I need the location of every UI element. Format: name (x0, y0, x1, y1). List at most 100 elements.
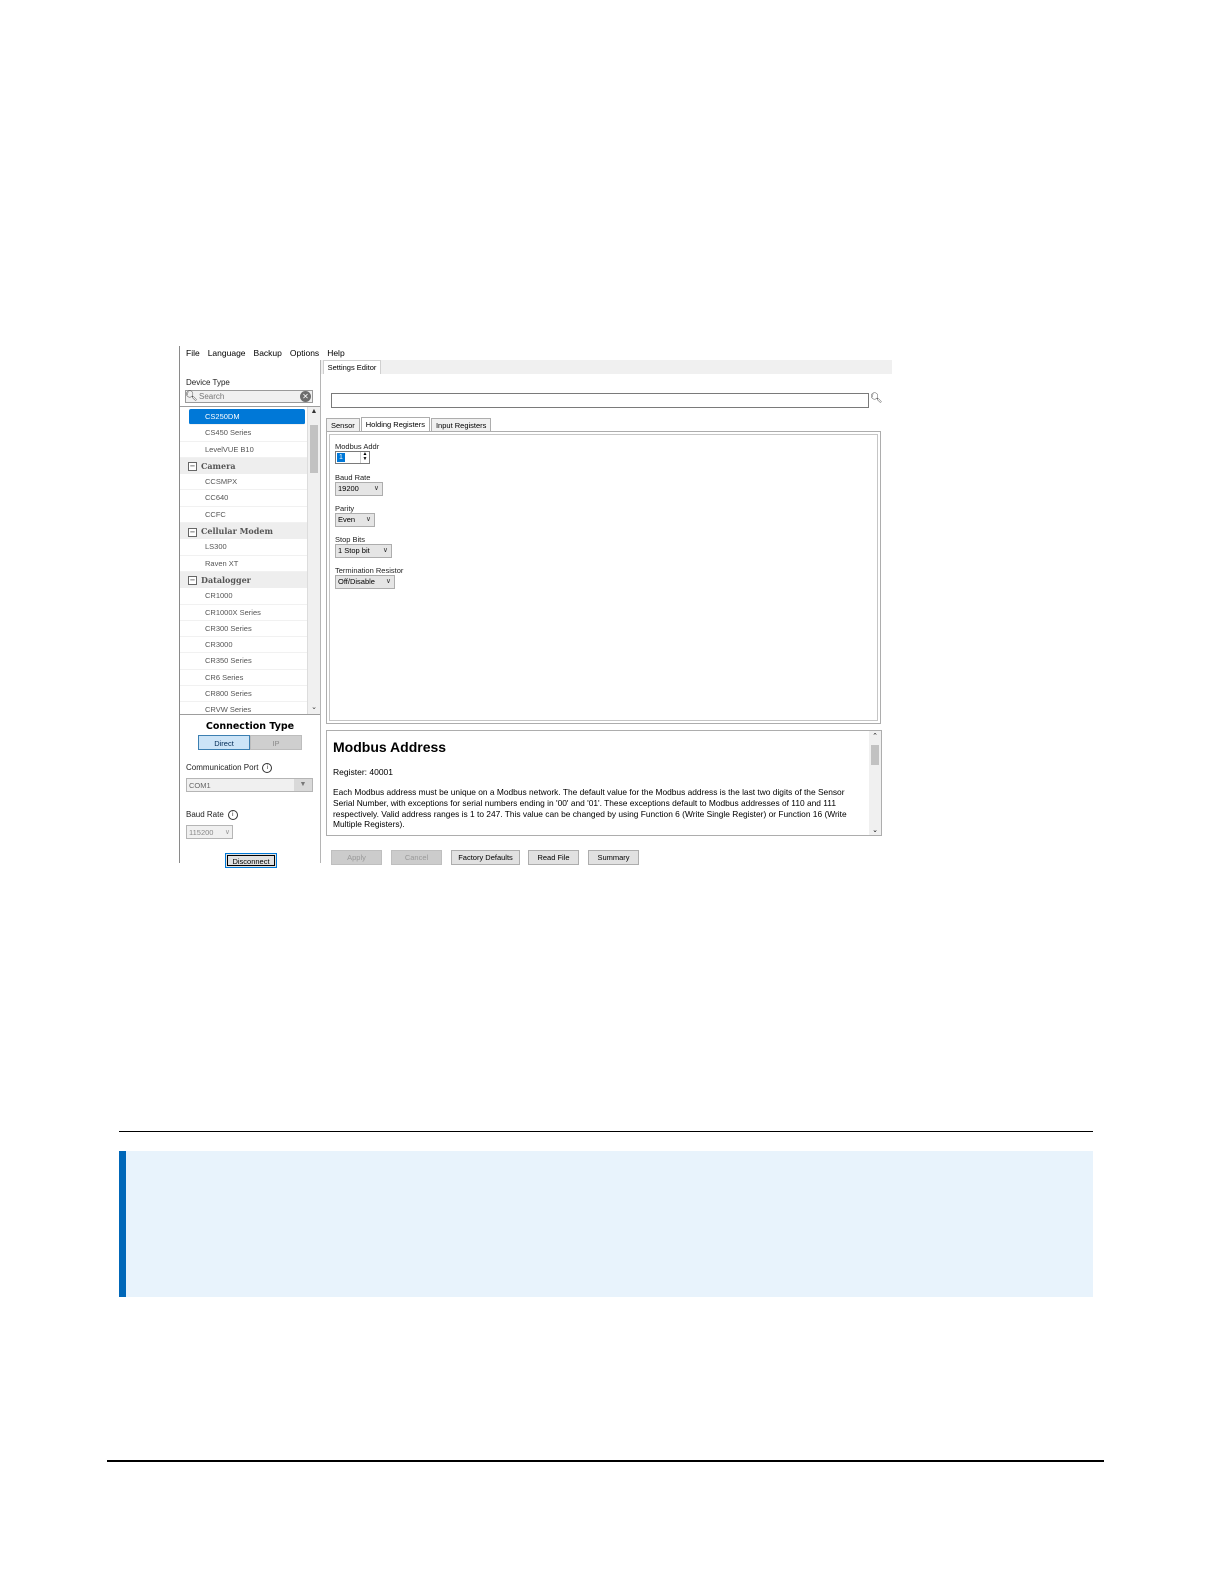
chevron-down-icon: ∨ (373, 485, 379, 492)
device-list-items: CS250DM CS450 Series LevelVUE B10− Camera CC… (180, 409, 307, 714)
info-icon[interactable]: i (227, 810, 238, 820)
help-title: Modbus Address (333, 739, 447, 755)
menu-language[interactable]: Language (208, 348, 246, 358)
holding-registers-panel: Modbus Addr 1 ▲ ▼ Baud Rate 19200 ∨ Parit… (326, 431, 881, 724)
connection-baud-rate-select[interactable]: 115200 ∨ (186, 825, 233, 839)
help-register: Register: 40001 (333, 767, 394, 777)
stop-bits-label: Stop Bits (335, 535, 366, 544)
communication-port-label: Communication Port i (186, 763, 273, 773)
menu-options[interactable]: Options (290, 348, 319, 358)
termination-resistor-value: Off/Disable (338, 577, 375, 586)
device-item[interactable]: CR800 Series (180, 686, 307, 703)
collapse-icon[interactable]: − (188, 527, 197, 537)
parity-select[interactable]: Even ∨ (335, 513, 375, 527)
device-category[interactable]: − Camera (180, 457, 307, 475)
device-category[interactable]: − Datalogger (180, 571, 307, 589)
clear-icon[interactable]: ✕ (300, 391, 311, 402)
menu-backup[interactable]: Backup (254, 348, 282, 358)
search-icon[interactable]: 🔍︎ (870, 393, 883, 404)
settings-filter-input[interactable] (331, 393, 869, 408)
termination-resistor-label: Termination Resistor (335, 566, 404, 575)
baud-rate-label: Baud Rate i (186, 810, 238, 820)
collapse-icon[interactable]: − (188, 462, 197, 472)
left-panel: Device Type 🔍︎ Search ✕ CS250DM CS450 Ser… (180, 360, 321, 868)
modbus-addr-value[interactable]: 1 (337, 453, 345, 462)
device-type-label: Device Type (186, 378, 230, 387)
stop-bits-select[interactable]: 1 Stop bit ∨ (335, 544, 392, 558)
device-category-label: Camera (201, 460, 236, 471)
termination-resistor-select[interactable]: Off/Disable ∨ (335, 575, 395, 589)
search-icon: 🔍︎ (185, 391, 198, 402)
device-item[interactable]: CR1000X Series (180, 605, 307, 621)
direct-connection-button[interactable]: Direct (198, 735, 250, 750)
summary-button[interactable]: Summary (588, 850, 639, 865)
scroll-up-icon[interactable]: ▲ (308, 408, 320, 418)
baud-rate-select-value: 19200 (338, 484, 359, 493)
modbus-addr-stepper[interactable]: 1 ▲ ▼ (335, 451, 370, 464)
help-panel: Modbus Address Register: 40001 Each Modb… (326, 730, 882, 836)
register-tabs: Sensor Holding Registers Input Registers (326, 417, 492, 432)
scroll-thumb[interactable] (310, 425, 318, 473)
registers-form: Modbus Addr 1 ▲ ▼ Baud Rate 19200 ∨ Parit… (329, 434, 878, 721)
baud-rate-text: Baud Rate (186, 810, 224, 820)
apply-button[interactable]: Apply (331, 850, 382, 865)
menu-file[interactable]: File (186, 348, 200, 358)
tab-sensor[interactable]: Sensor (326, 418, 360, 432)
device-item[interactable]: CCSMPX (180, 474, 307, 491)
collapse-icon[interactable]: − (188, 576, 197, 586)
info-icon[interactable]: i (262, 763, 273, 773)
ip-connection-button[interactable]: IP (250, 735, 302, 750)
device-category-label: Datalogger (201, 574, 251, 585)
page-footer-rule (107, 1460, 1104, 1462)
baud-rate-select[interactable]: 19200 ∨ (335, 482, 383, 496)
device-list-scrollbar[interactable]: ▲ ⌄ (307, 407, 320, 714)
scroll-down-icon[interactable]: ⌄ (308, 703, 320, 713)
device-item[interactable]: CS450 Series (180, 425, 307, 442)
right-panel: Settings Editor 🔍︎ Sensor Holding Regist… (321, 360, 892, 865)
device-item[interactable]: LevelVUE B10 (180, 442, 307, 458)
connection-type-title: Connection Type (205, 721, 295, 732)
communication-port-select[interactable]: COM1 ▼ (186, 778, 313, 792)
chevron-down-icon: ∨ (382, 547, 388, 554)
device-search-input[interactable]: 🔍︎ Search ✕ (185, 390, 313, 403)
factory-defaults-button[interactable]: Factory Defaults (451, 850, 520, 865)
menu-help[interactable]: Help (327, 348, 344, 358)
modbus-addr-label: Modbus Addr (335, 442, 380, 451)
device-item[interactable]: Raven XT (180, 556, 307, 572)
device-category[interactable]: − Cellular Modem (180, 523, 307, 540)
connection-baud-rate-value: 115200 (189, 828, 214, 837)
device-configuration-window: File Language Backup Options Help Device… (179, 346, 897, 868)
note-callout (119, 1151, 1093, 1297)
scroll-up-icon[interactable]: ⌃ (869, 732, 881, 740)
help-body: Each Modbus address must be unique on a … (333, 787, 847, 830)
device-item-selected[interactable]: CS250DM (189, 409, 305, 426)
stop-bits-value: 1 Stop bit (338, 546, 370, 555)
chevron-down-icon: ∨ (224, 829, 230, 836)
read-file-button[interactable]: Read File (528, 850, 579, 865)
scroll-thumb[interactable] (871, 745, 879, 765)
communication-port-value: COM1 (189, 781, 211, 790)
device-list: CS250DM CS450 Series LevelVUE B10− Camera CC… (180, 406, 320, 715)
stepper-arrows-icon[interactable]: ▲ ▼ (360, 452, 369, 463)
device-item[interactable]: CR3000 (180, 637, 307, 654)
help-scrollbar[interactable]: ⌃ ⌄ (869, 731, 881, 835)
tab-settings-editor[interactable]: Settings Editor (323, 360, 381, 375)
tab-holding-registers[interactable]: Holding Registers (360, 417, 430, 432)
device-item[interactable]: CR6 Series (180, 670, 307, 687)
tab-input-registers[interactable]: Input Registers (430, 418, 492, 432)
device-item[interactable]: CRVW Series (180, 702, 307, 714)
settings-editor: 🔍︎ Sensor Holding Registers Input Regist… (321, 374, 892, 865)
section-divider (119, 1131, 1093, 1132)
device-item[interactable]: CC640 (180, 490, 307, 507)
device-item[interactable]: CR1000 (180, 588, 307, 605)
cancel-button[interactable]: Cancel (391, 850, 442, 865)
disconnect-button[interactable]: Disconnect (225, 853, 277, 868)
device-item[interactable]: CCFC (180, 507, 307, 524)
scroll-down-icon[interactable]: ⌄ (869, 826, 881, 834)
device-item[interactable]: CR300 Series (180, 621, 307, 638)
parity-value: Even (338, 515, 356, 524)
device-item[interactable]: CR350 Series (180, 653, 307, 670)
baud-rate-field-label: Baud Rate (335, 473, 371, 482)
dropdown-arrow-icon[interactable]: ▼ (294, 779, 312, 791)
device-item[interactable]: LS300 (180, 539, 307, 556)
